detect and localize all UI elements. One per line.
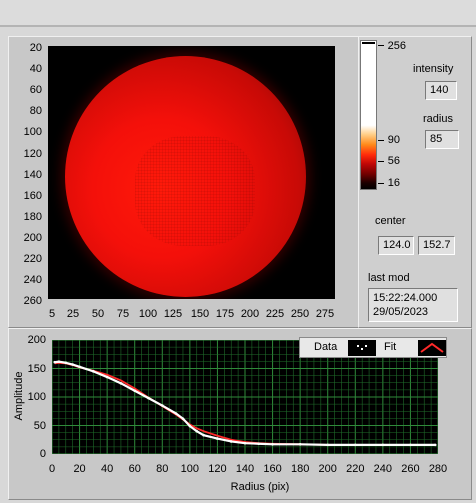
image-y-tick: 180	[23, 210, 42, 223]
data-point	[326, 443, 330, 447]
image-y-tick: 60	[29, 84, 42, 97]
image-x-tick: 275	[315, 308, 335, 320]
plot-y-tick: 50	[33, 419, 46, 432]
data-point	[257, 442, 261, 446]
plot-x-tick: 280	[428, 463, 448, 475]
legend-data-label: Data	[314, 341, 338, 353]
data-point	[298, 443, 302, 446]
center-x-field[interactable]: 124.0	[378, 236, 414, 255]
plot-y-tick: 100	[27, 391, 46, 403]
radius-label: radius	[423, 113, 453, 125]
plot-x-tick: 0	[48, 463, 56, 475]
plot-x-tick: 120	[208, 463, 227, 475]
plot-y-tick: 150	[27, 362, 46, 375]
data-point	[271, 443, 274, 446]
plot-x-tick: 260	[401, 463, 420, 475]
image-y-tick: 160	[23, 189, 42, 202]
toolbar-strip	[0, 0, 476, 26]
plot-y-tick: 0	[39, 448, 46, 460]
last-mod-label: last mod	[368, 272, 410, 284]
image-y-tick: 240	[23, 274, 42, 287]
colorbar-tick-mark	[378, 183, 384, 184]
data-point	[105, 375, 109, 379]
plot-x-tick: 20	[73, 463, 86, 475]
last-mod-field[interactable]: 15:22:24.000 29/05/2023	[368, 288, 458, 322]
plot-x-tick: 100	[180, 463, 200, 475]
plot-y-tick: 200	[27, 334, 46, 346]
data-point	[229, 440, 233, 443]
last-mod-time: 15:22:24.000	[373, 292, 438, 304]
legend-fit-line	[420, 342, 444, 353]
last-mod-date: 29/05/2023	[373, 306, 429, 318]
image-y-tick: 220	[23, 253, 42, 265]
data-point	[202, 433, 205, 437]
data-point	[160, 404, 164, 407]
plot-legend[interactable]: Data Fit	[299, 337, 447, 358]
plot-x-tick: 200	[318, 463, 337, 475]
data-point	[71, 363, 74, 366]
colorbar-tick-256: 256	[387, 40, 406, 52]
data-point	[216, 437, 219, 440]
data-point	[409, 443, 412, 447]
image-x-tick: 125	[163, 308, 183, 320]
center-label: center	[375, 215, 406, 227]
image-y-tick: 80	[29, 105, 42, 118]
legend-data-swatch[interactable]	[348, 340, 376, 356]
image-y-tick: 100	[23, 126, 42, 139]
data-point	[195, 429, 199, 433]
plot-y-axis-title: Amplitude	[13, 371, 25, 421]
image-y-tick: 260	[23, 295, 42, 308]
beam-image[interactable]	[48, 46, 335, 299]
plot-x-tick: 160	[263, 463, 282, 475]
data-point	[92, 370, 95, 373]
plot-x-tick: 220	[346, 463, 365, 475]
colorbar-tick-mark	[378, 140, 384, 141]
data-point	[353, 443, 357, 447]
plot-x-tick: 180	[290, 463, 310, 475]
data-point	[133, 389, 137, 393]
data-point	[57, 360, 61, 363]
image-y-tick: 200	[23, 231, 42, 244]
beam-spot	[65, 56, 306, 297]
intensity-field[interactable]: 140	[425, 81, 457, 100]
data-point	[174, 412, 178, 415]
image-y-tick: 140	[23, 168, 42, 181]
radius-field[interactable]: 85	[425, 130, 459, 149]
data-point	[147, 396, 150, 400]
beam-spot-texture	[135, 136, 255, 246]
colorbar-tick-mark	[378, 45, 384, 46]
image-y-tick: 20	[29, 42, 42, 54]
center-y-field[interactable]: 152.7	[418, 236, 455, 255]
data-point	[53, 360, 57, 364]
colorbar-tick-mark	[378, 161, 384, 162]
legend-data-dot	[365, 345, 367, 347]
plot-x-tick: 40	[101, 463, 114, 475]
toolbar-divider	[0, 25, 476, 27]
image-y-tick: 120	[23, 147, 42, 160]
plot-x-tick: 60	[128, 463, 141, 475]
data-point	[119, 382, 123, 385]
colorbar	[360, 40, 377, 190]
data-point	[64, 361, 68, 365]
plot-x-tick: 140	[235, 463, 255, 475]
data-point	[78, 365, 81, 369]
legend-data-dot	[357, 345, 359, 347]
data-point	[243, 441, 247, 445]
data-point	[181, 417, 185, 420]
legend-fit-label: Fit	[384, 341, 397, 353]
legend-fit-swatch[interactable]	[418, 340, 446, 356]
intensity-label: intensity	[413, 63, 454, 75]
data-point	[433, 443, 437, 447]
plot-x-tick: 240	[373, 463, 393, 475]
plot-x-tick: 80	[156, 463, 169, 475]
plot-x-axis-title: Radius (pix)	[230, 481, 290, 493]
legend-data-dot	[361, 348, 363, 350]
image-y-tick: 40	[29, 63, 42, 76]
data-point	[381, 443, 385, 447]
data-point	[188, 424, 192, 428]
